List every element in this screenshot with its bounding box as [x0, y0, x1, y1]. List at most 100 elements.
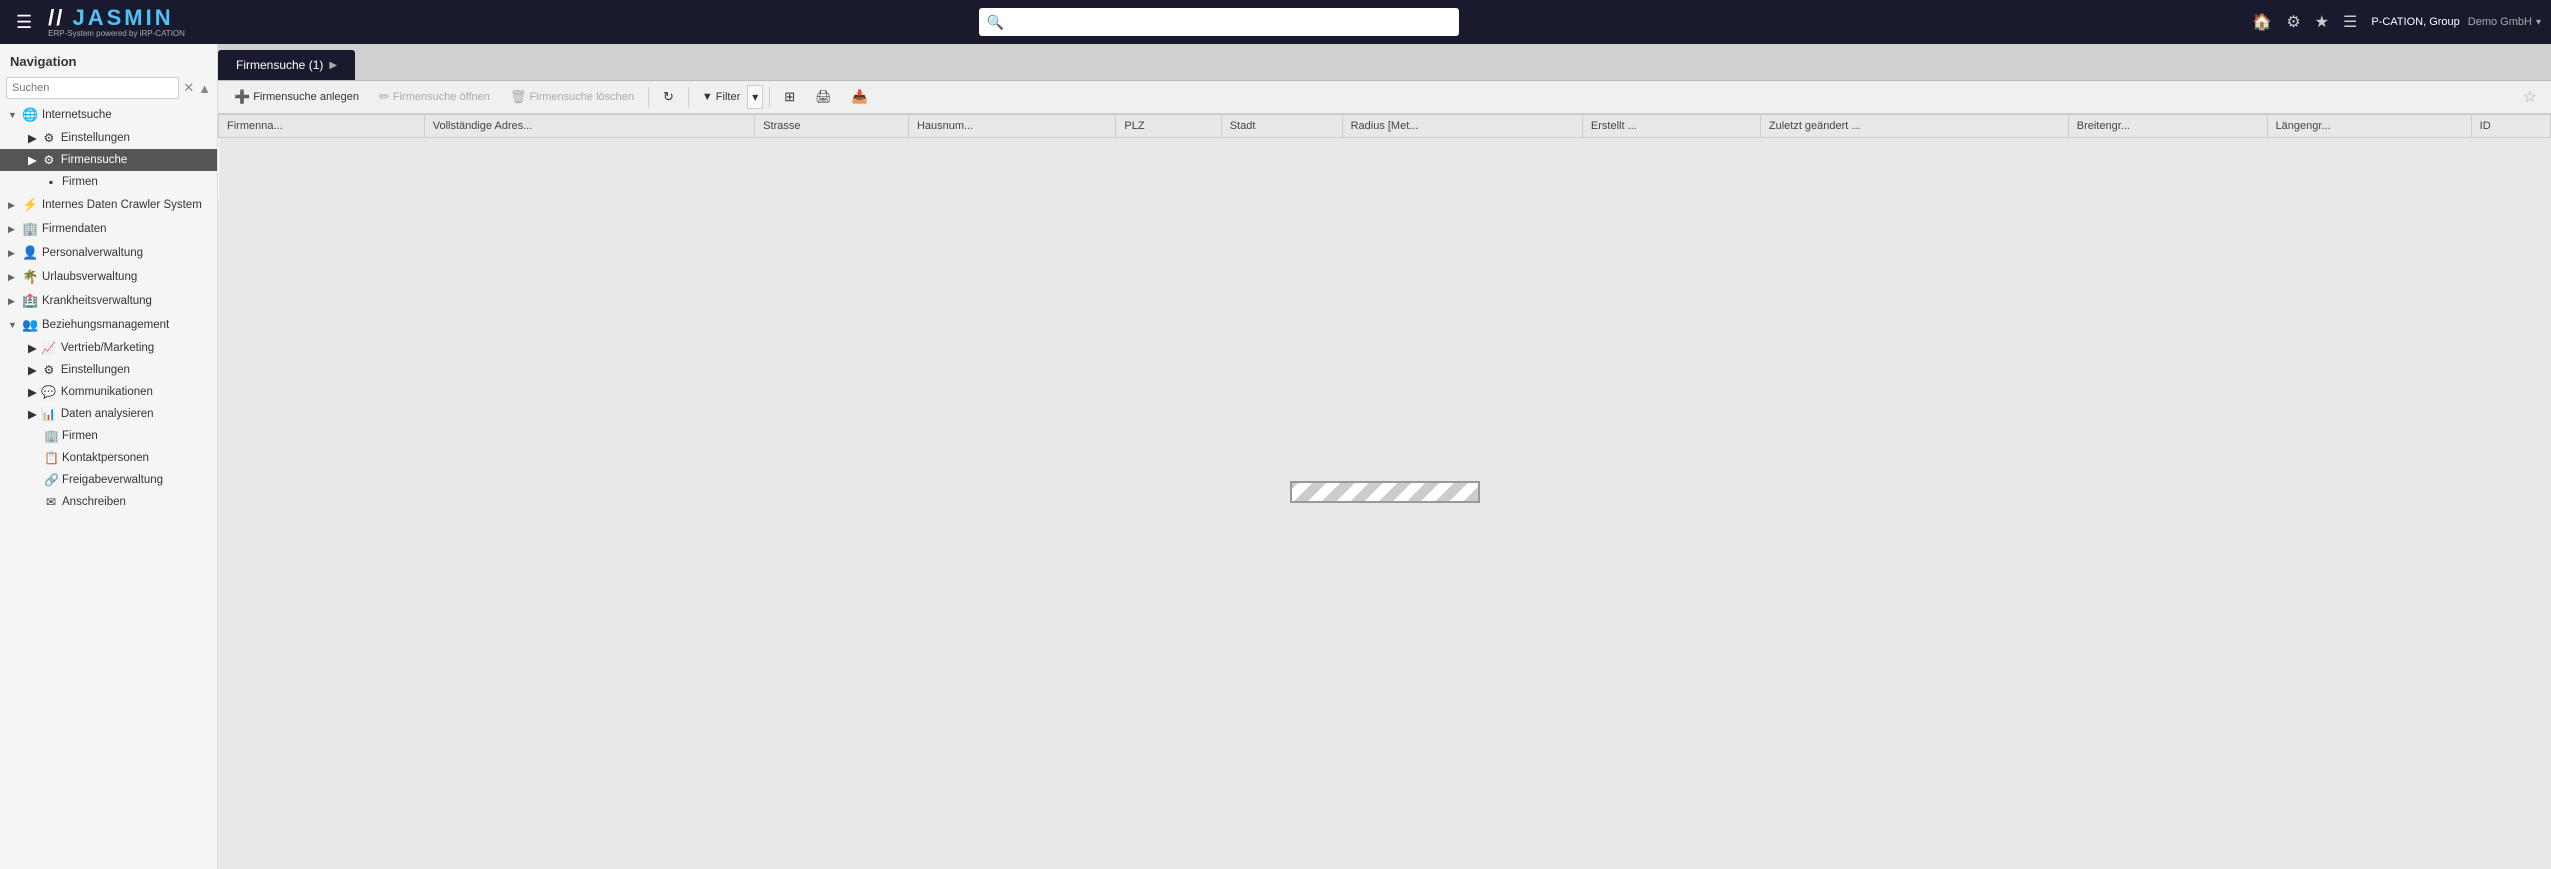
sidebar-items: ▼ 🌐 Internetsuche ▶ ⚙ Einstellungen ▶ ⚙ … [0, 103, 217, 869]
user-chevron-icon: ▾ [2536, 17, 2541, 28]
firmensuche-icon: ⚙ [41, 153, 57, 167]
sidebar-item-label: Firmensuche [61, 154, 127, 166]
search-icon: 🔍 [987, 14, 1004, 31]
internetsuche-icon: 🌐 [22, 107, 38, 123]
sidebar-item-kontaktpersonen[interactable]: 📋 Kontaktpersonen [0, 447, 217, 469]
dropdown-arrow-icon: ▾ [752, 90, 758, 104]
main-content: Firmensuche (1) ▶ ➕ Firmensuche anlegen … [218, 44, 2551, 869]
sidebar-item-einstellungen2[interactable]: ▶ ⚙ Einstellungen [0, 359, 217, 381]
btn-label: Firmensuche löschen [529, 91, 634, 103]
kontakt-icon: 📋 [44, 451, 58, 465]
sidebar-item-krankheitsverwaltung[interactable]: ▶ 🏥 Krankheitsverwaltung [0, 289, 217, 313]
logo: // JASMIN ERP-System powered by iRP-CATI… [48, 6, 185, 39]
col-vollstaendige-adresse[interactable]: Vollständige Adres... [424, 115, 754, 138]
export-button[interactable]: 📥 [844, 85, 876, 109]
sidebar-item-internes-daten[interactable]: ▶ ⚡ Internes Daten Crawler System [0, 193, 217, 217]
list-icon[interactable]: ☰ [2343, 12, 2357, 32]
col-breitengrad[interactable]: Breitengr... [2068, 115, 2267, 138]
print-icon: 🖨 [815, 89, 832, 105]
freigabe-icon: 🔗 [44, 473, 58, 487]
col-plz[interactable]: PLZ [1116, 115, 1221, 138]
sidebar-item-daten-analysieren[interactable]: ▶ 📊 Daten analysieren [0, 403, 217, 425]
col-hausnummer[interactable]: Hausnum... [908, 115, 1115, 138]
sidebar-item-label: Daten analysieren [61, 408, 154, 420]
delete-icon: 🗑 [510, 89, 527, 105]
logo-subtitle: ERP-System powered by iRP-CATION [48, 30, 185, 39]
print-button[interactable]: 🖨 [807, 85, 840, 109]
tab-firmensuche[interactable]: Firmensuche (1) ▶ [218, 50, 355, 80]
sidebar-search-clear-icon[interactable]: ✕ [183, 80, 194, 96]
col-zuletzt-geaendert[interactable]: Zuletzt geändert ... [1760, 115, 2068, 138]
sidebar-item-label: Firmen [62, 430, 98, 442]
sidebar-item-anschreiben[interactable]: ✉ Anschreiben [0, 491, 217, 513]
expand-icon: ▶ [28, 153, 37, 167]
col-stadt[interactable]: Stadt [1221, 115, 1342, 138]
col-radius[interactable]: Radius [Met... [1342, 115, 1582, 138]
layout: Navigation ✕ ▲ ▼ 🌐 Internetsuche ▶ ⚙ Ein… [0, 44, 2551, 869]
user-sub: Demo GmbH [2468, 16, 2532, 28]
sidebar-item-label: Kommunikationen [61, 386, 153, 398]
expand-icon: ▶ [8, 224, 18, 235]
user-menu[interactable]: P-CATION, Group Demo GmbH ▾ [2371, 16, 2541, 28]
expand-icon: ▶ [8, 296, 18, 307]
toolbar: ➕ Firmensuche anlegen ✏ Firmensuche öffn… [218, 81, 2551, 114]
home-icon[interactable]: 🏠 [2252, 12, 2272, 32]
sidebar-item-label: Internes Daten Crawler System [42, 199, 202, 211]
table-header: Firmenna... Vollständige Adres... Strass… [219, 115, 2551, 138]
tab-label: Firmensuche (1) [236, 58, 323, 72]
tab-arrow-icon: ▶ [329, 60, 337, 71]
sidebar-item-firmensuche[interactable]: ▶ ⚙ Firmensuche [0, 149, 217, 171]
expand-icon: ▶ [8, 248, 18, 259]
sidebar-item-einstellungen[interactable]: ▶ ⚙ Einstellungen [0, 127, 217, 149]
table-empty-row [219, 138, 2551, 198]
sidebar-item-firmen2[interactable]: 🏢 Firmen [0, 425, 217, 447]
gear-icon[interactable]: ⚙ [2286, 12, 2300, 32]
sidebar-search-toggle-icon[interactable]: ▲ [198, 81, 211, 96]
sidebar-item-label: Internetsuche [42, 109, 112, 121]
sidebar-item-label: Personalverwaltung [42, 247, 143, 259]
sidebar-search-input[interactable] [6, 77, 179, 99]
search-input[interactable] [1010, 15, 1451, 29]
sidebar-item-firmen[interactable]: ▪ Firmen [0, 171, 217, 193]
vertrieb-icon: 📈 [41, 341, 57, 355]
topbar: ☰ // JASMIN ERP-System powered by iRP-CA… [0, 0, 2551, 44]
favorite-star-icon[interactable]: ☆ [2517, 85, 2543, 109]
star-icon[interactable]: ★ [2315, 12, 2329, 32]
sidebar-item-internetsuche[interactable]: ▼ 🌐 Internetsuche [0, 103, 217, 127]
firmensuche-loeschen-button[interactable]: 🗑 Firmensuche löschen [502, 85, 642, 109]
einstellungen-icon: ⚙ [41, 131, 57, 145]
firmensuche-anlegen-button[interactable]: ➕ Firmensuche anlegen [226, 85, 367, 109]
sidebar-item-personalverwaltung[interactable]: ▶ 👤 Personalverwaltung [0, 241, 217, 265]
sidebar-item-label: Firmen [62, 176, 98, 188]
topbar-actions: 🏠 ⚙ ★ ☰ P-CATION, Group Demo GmbH ▾ [2252, 12, 2541, 32]
filter-button[interactable]: ▼ Filter [695, 85, 747, 109]
refresh-button[interactable]: ↻ [655, 85, 682, 109]
loading-overlay [1290, 481, 1480, 503]
sidebar-item-vertrieb[interactable]: ▶ 📈 Vertrieb/Marketing [0, 337, 217, 359]
firmensuche-oeffnen-button[interactable]: ✏ Firmensuche öffnen [371, 85, 498, 109]
sidebar-item-label: Krankheitsverwaltung [42, 295, 152, 307]
expand-icon: ▶ [28, 131, 37, 145]
filter-icon: ▼ [702, 91, 713, 103]
hamburger-icon[interactable]: ☰ [10, 8, 38, 37]
col-laengengrad[interactable]: Längengr... [2267, 115, 2471, 138]
search-bar: 🔍 [979, 8, 1459, 36]
sidebar-item-beziehungsmanagement[interactable]: ▼ 👥 Beziehungsmanagement [0, 313, 217, 337]
col-id[interactable]: ID [2471, 115, 2550, 138]
anschreiben-icon: ✉ [44, 495, 58, 509]
col-erstellt[interactable]: Erstellt ... [1582, 115, 1760, 138]
sidebar-item-label: Freigabeverwaltung [62, 474, 163, 486]
filter-dropdown[interactable]: ▾ [747, 85, 763, 109]
col-strasse[interactable]: Strasse [755, 115, 909, 138]
sidebar-item-urlaubsverwaltung[interactable]: ▶ 🌴 Urlaubsverwaltung [0, 265, 217, 289]
data-table: Firmenna... Vollständige Adres... Strass… [218, 114, 2551, 198]
btn-label: Firmensuche öffnen [393, 91, 490, 103]
krankheit-icon: 🏥 [22, 293, 38, 309]
col-firmenname[interactable]: Firmenna... [219, 115, 425, 138]
grid-button[interactable]: ⊞ [776, 85, 803, 109]
sidebar-item-label: Vertrieb/Marketing [61, 342, 154, 354]
separator3 [769, 87, 770, 107]
sidebar-item-kommunikationen[interactable]: ▶ 💬 Kommunikationen [0, 381, 217, 403]
sidebar-item-freigabeverwaltung[interactable]: 🔗 Freigabeverwaltung [0, 469, 217, 491]
sidebar-item-firmendaten[interactable]: ▶ 🏢 Firmendaten [0, 217, 217, 241]
